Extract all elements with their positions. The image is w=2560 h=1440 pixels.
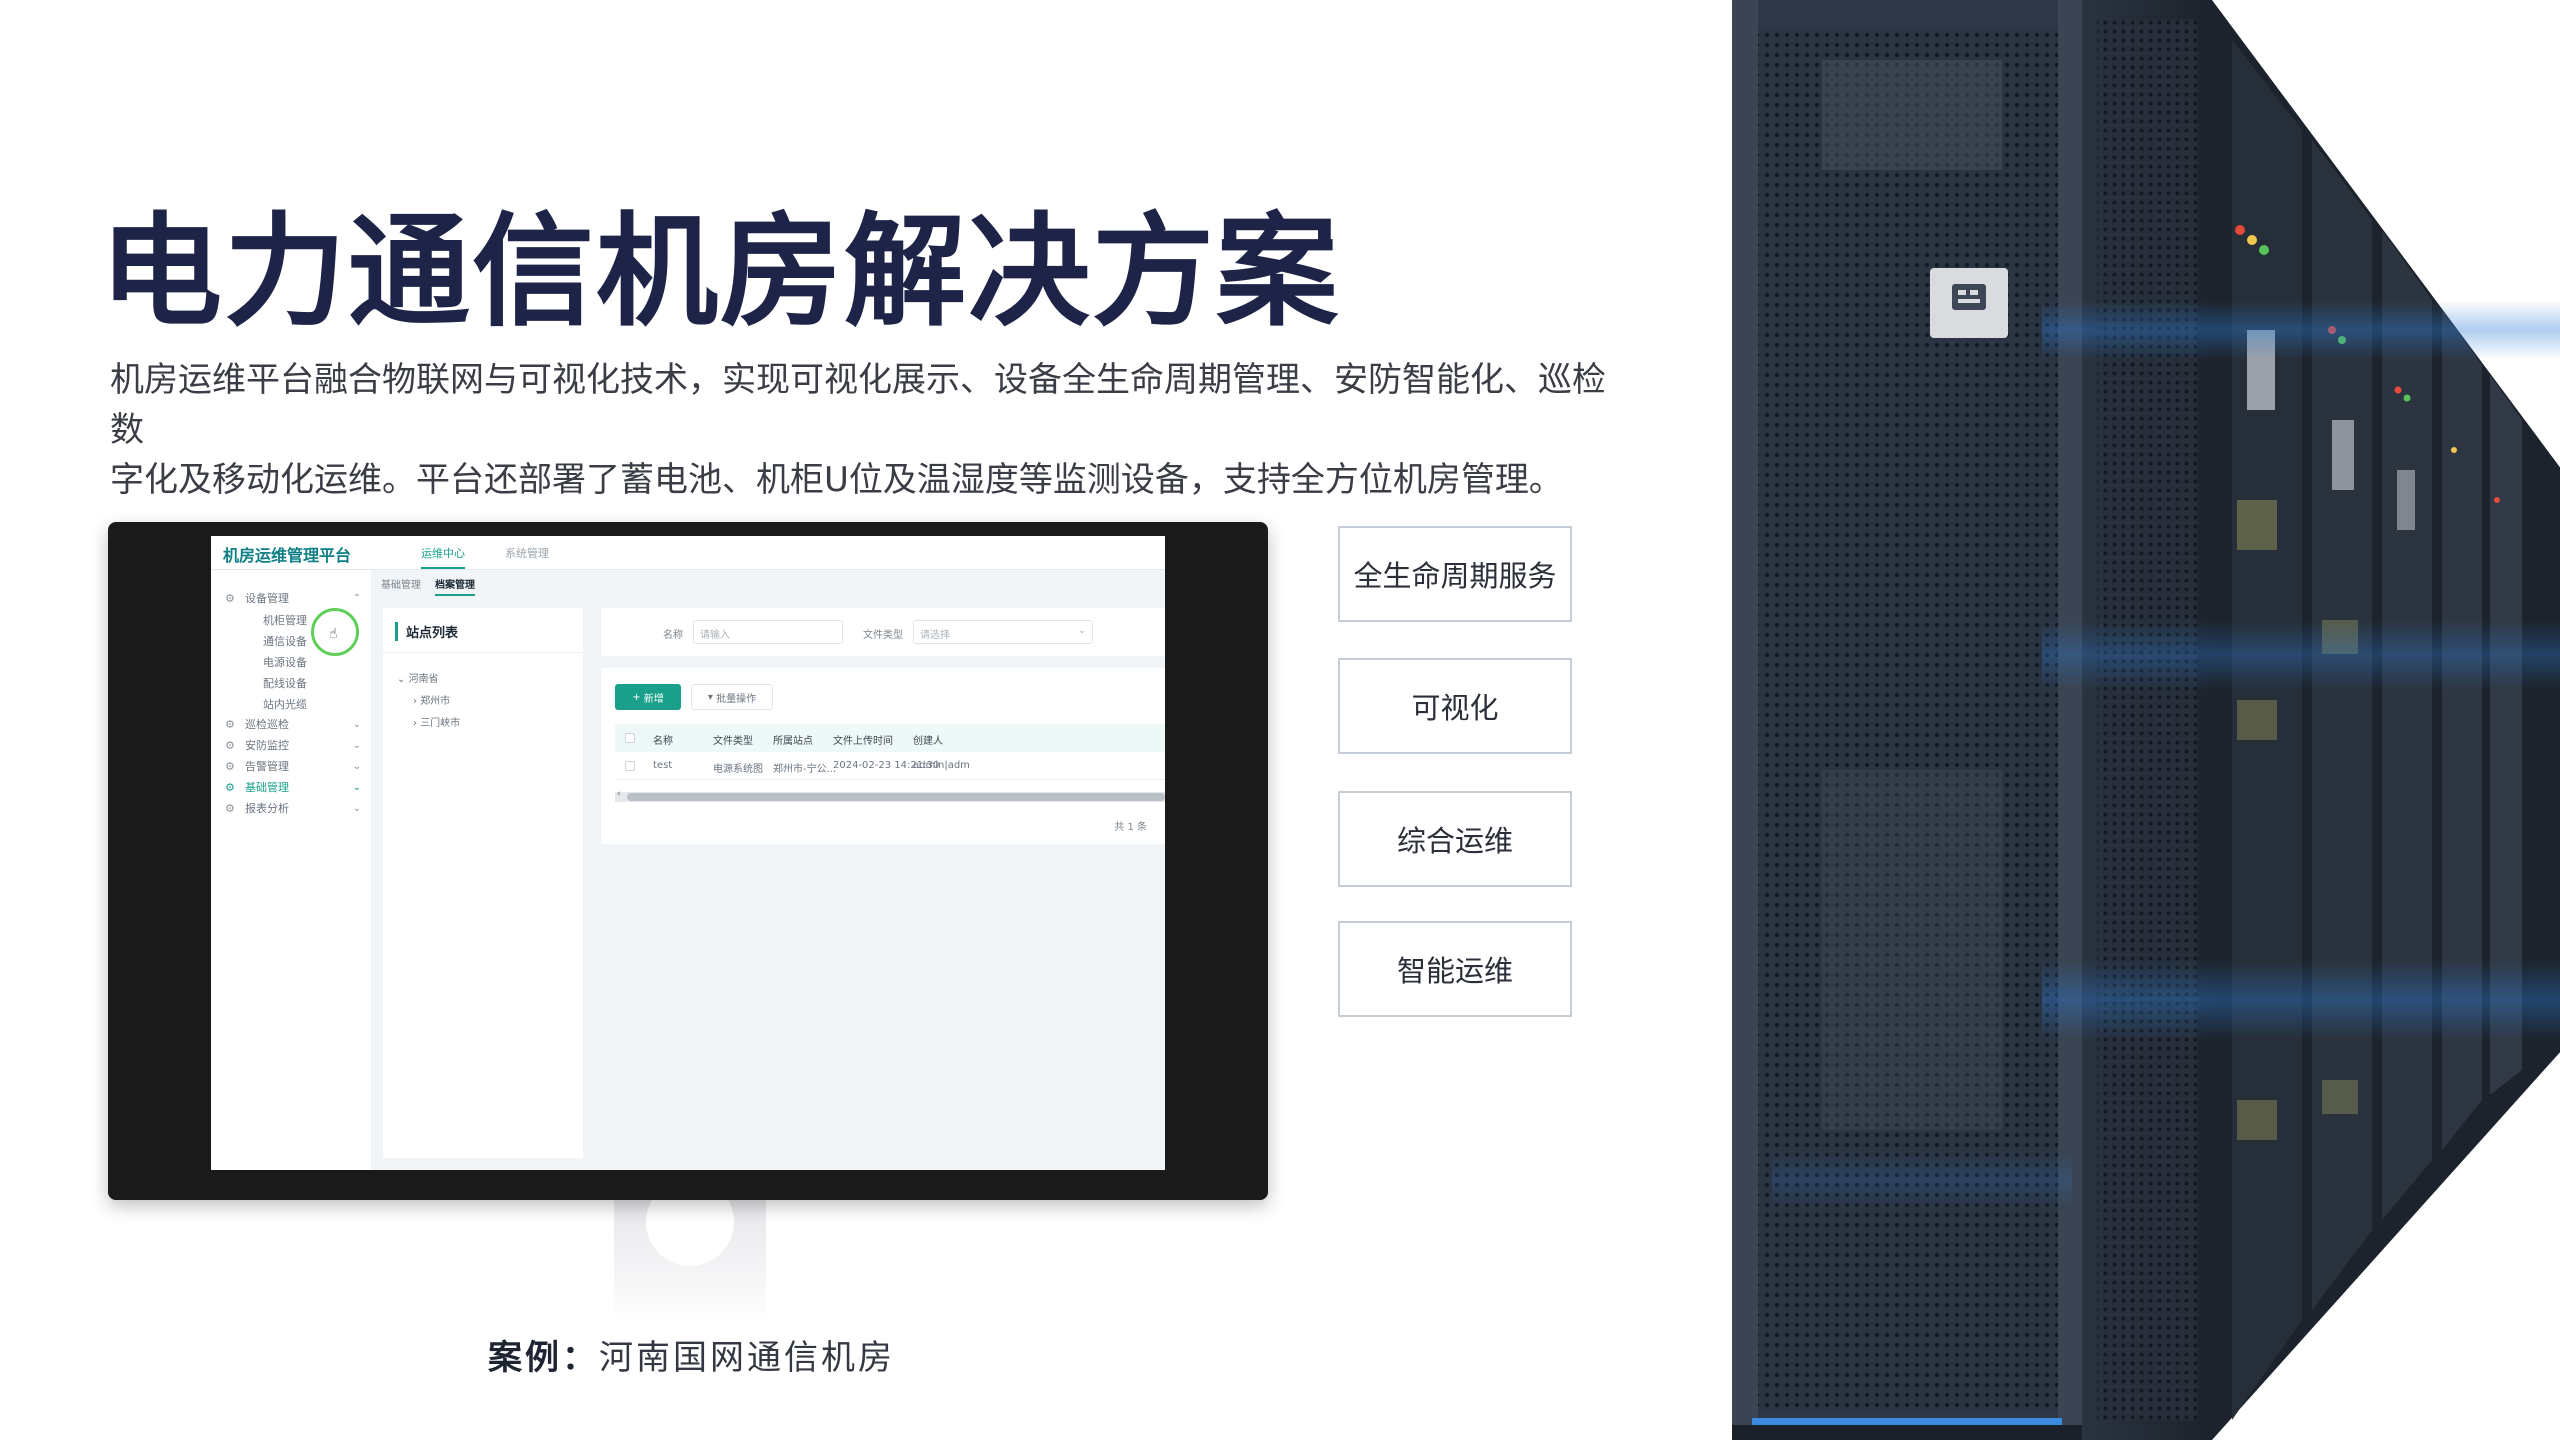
- app-sidebar: ⚙ 设备管理 ⌃ 机柜管理 通信设备 电源设备 配线设备 站内光缆 ⚙ 巡检巡检…: [211, 570, 371, 1170]
- divider: [383, 652, 583, 653]
- feature-button-smart-ops[interactable]: 智能运维: [1338, 921, 1572, 1017]
- chevron-down-icon: ⌄: [352, 718, 361, 730]
- row-checkbox[interactable]: [625, 761, 635, 771]
- chevron-down-icon: ⌄: [352, 781, 361, 793]
- case-label: 案例：: [488, 1338, 599, 1378]
- sidebar-subitem[interactable]: 电源设备: [263, 654, 307, 670]
- sidebar-item-devices[interactable]: ⚙ 设备管理 ⌃: [225, 590, 361, 606]
- tree-node-province[interactable]: ⌄ 河南省: [397, 670, 439, 685]
- site-tree-title: 站点列表: [395, 622, 458, 641]
- tree-node-label: 郑州市: [420, 696, 451, 707]
- filter-type-label: 文件类型: [863, 630, 903, 641]
- chevron-down-icon: ⌄: [352, 760, 361, 772]
- gear-icon: ⚙: [225, 738, 235, 752]
- table-cell: 郑州市-宁公...: [773, 764, 837, 775]
- column-header: 所属站点: [773, 736, 813, 747]
- feature-button-visualization[interactable]: 可视化: [1338, 658, 1572, 754]
- case-caption: 案例：河南国网通信机房: [488, 1330, 895, 1379]
- sidebar-subitem[interactable]: 通信设备: [263, 633, 307, 649]
- filter-type-select[interactable]: 请选择 ⌄: [913, 620, 1093, 644]
- table-header: 名称 文件类型 所属站点 文件上传时间 创建人: [615, 724, 1165, 752]
- tab-system[interactable]: 系统管理: [505, 545, 549, 561]
- monitor-screen: 机房运维管理平台 运维中心 系统管理 ⚙ 设备管理 ⌃ 机柜管理 通信设备 电源…: [211, 536, 1165, 1170]
- sidebar-subitem[interactable]: 站内光缆: [263, 696, 307, 712]
- server-rack-image: [1732, 0, 2560, 1440]
- table-cell: admin|adm: [913, 760, 970, 771]
- gear-icon: ⚙: [225, 717, 235, 731]
- horizontal-scrollbar[interactable]: ‹: [615, 789, 1165, 802]
- sidebar-subitem[interactable]: 配线设备: [263, 675, 307, 691]
- add-button[interactable]: + 新增: [615, 684, 681, 710]
- file-table-panel: + 新增 ▾ 批量操作 名称 文件类型 所属站点 文件上传时间 创建人 test…: [601, 668, 1165, 844]
- sidebar-subitem[interactable]: 机柜管理: [263, 612, 307, 628]
- select-all-checkbox[interactable]: [625, 733, 635, 743]
- table-cell: test: [653, 760, 673, 771]
- tree-node-city[interactable]: › 三门峡市: [413, 714, 460, 729]
- chevron-down-icon: ▾: [707, 691, 717, 703]
- app-topbar: 机房运维管理平台 运维中心 系统管理: [211, 536, 1165, 570]
- gear-icon: ⚙: [225, 780, 235, 794]
- monitor: 机房运维管理平台 运维中心 系统管理 ⚙ 设备管理 ⌃ 机柜管理 通信设备 电源…: [108, 522, 1268, 1200]
- sidebar-item-security[interactable]: ⚙ 安防监控 ⌄: [225, 737, 361, 753]
- column-header: 文件类型: [713, 736, 753, 747]
- table-total-count: 共 1 条: [1114, 822, 1147, 833]
- filter-name-input[interactable]: 请输入: [693, 620, 843, 644]
- breadcrumb: 基础管理 档案管理: [381, 576, 475, 596]
- add-button-label: 新增: [643, 693, 664, 705]
- sidebar-item-alarms[interactable]: ⚙ 告警管理 ⌄: [225, 758, 361, 774]
- sidebar-item-label: 基础管理: [245, 781, 289, 794]
- description-line: 机房运维平台融合物联网与可视化技术，实现可视化展示、设备全生命周期管理、安防智能…: [110, 360, 1606, 450]
- table-row[interactable]: test 电源系统图 郑州市-宁公... 2024-02-23 14:21:30…: [615, 752, 1165, 780]
- chevron-left-icon[interactable]: ‹: [617, 789, 621, 799]
- feature-button-lifecycle[interactable]: 全生命周期服务: [1338, 526, 1572, 622]
- table-cell: 电源系统图: [713, 764, 763, 775]
- column-header: 文件上传时间: [833, 736, 893, 747]
- chevron-down-icon: ⌄: [1077, 625, 1086, 636]
- batch-action-button[interactable]: ▾ 批量操作: [691, 684, 773, 710]
- sidebar-item-label: 安防监控: [245, 739, 289, 752]
- gear-icon: ⚙: [225, 801, 235, 815]
- case-name: 河南国网通信机房: [599, 1338, 895, 1378]
- sidebar-item-label: 巡检巡检: [245, 718, 289, 731]
- chevron-down-icon: ⌄: [352, 739, 361, 751]
- column-header: 创建人: [913, 736, 943, 747]
- chevron-down-icon: ⌄: [397, 674, 409, 685]
- sidebar-item-label: 报表分析: [245, 802, 289, 815]
- page-description: 机房运维平台融合物联网与可视化技术，实现可视化展示、设备全生命周期管理、安防智能…: [110, 355, 1610, 505]
- tab-ops-center[interactable]: 运维中心: [421, 545, 465, 569]
- gear-icon: ⚙: [225, 591, 235, 605]
- app-brand: 机房运维管理平台: [223, 546, 352, 565]
- rack-base-light: [1752, 1418, 2062, 1425]
- feature-button-integrated-ops[interactable]: 综合运维: [1338, 791, 1572, 887]
- chevron-up-icon: ⌃: [352, 592, 361, 604]
- sidebar-item-inspection[interactable]: ⚙ 巡检巡检 ⌄: [225, 716, 361, 732]
- tree-node-label: 河南省: [408, 674, 439, 685]
- page-title: 电力通信机房解决方案: [100, 201, 1340, 343]
- filter-panel: 名称 请输入 文件类型 请选择 ⌄: [601, 608, 1165, 656]
- plus-icon: +: [632, 691, 644, 703]
- breadcrumb-item[interactable]: 基础管理: [381, 576, 421, 596]
- sidebar-item-label: 设备管理: [245, 592, 289, 605]
- column-header: 名称: [653, 736, 673, 747]
- sidebar-item-reports[interactable]: ⚙ 报表分析 ⌄: [225, 800, 361, 816]
- breadcrumb-current[interactable]: 档案管理: [435, 576, 475, 596]
- gear-icon: ⚙: [225, 759, 235, 773]
- tree-node-city[interactable]: › 郑州市: [413, 692, 450, 707]
- description-line: 字化及移动化运维。平台还部署了蓄电池、机柜U位及温湿度等监测设备，支持全方位机房…: [110, 460, 1563, 500]
- sidebar-item-label: 告警管理: [245, 760, 289, 773]
- sidebar-item-basic[interactable]: ⚙ 基础管理 ⌄: [225, 779, 361, 795]
- chevron-down-icon: ⌄: [352, 802, 361, 814]
- filter-name-label: 名称: [663, 630, 683, 641]
- batch-button-label: 批量操作: [716, 693, 757, 705]
- tree-node-label: 三门峡市: [420, 718, 461, 729]
- scrollbar-thumb[interactable]: [627, 793, 1165, 801]
- select-placeholder: 请选择: [920, 630, 950, 641]
- hand-cursor-icon: ☝: [329, 626, 338, 642]
- site-tree-panel: 站点列表 ⌄ 河南省 › 郑州市 › 三门峡市: [383, 608, 583, 1158]
